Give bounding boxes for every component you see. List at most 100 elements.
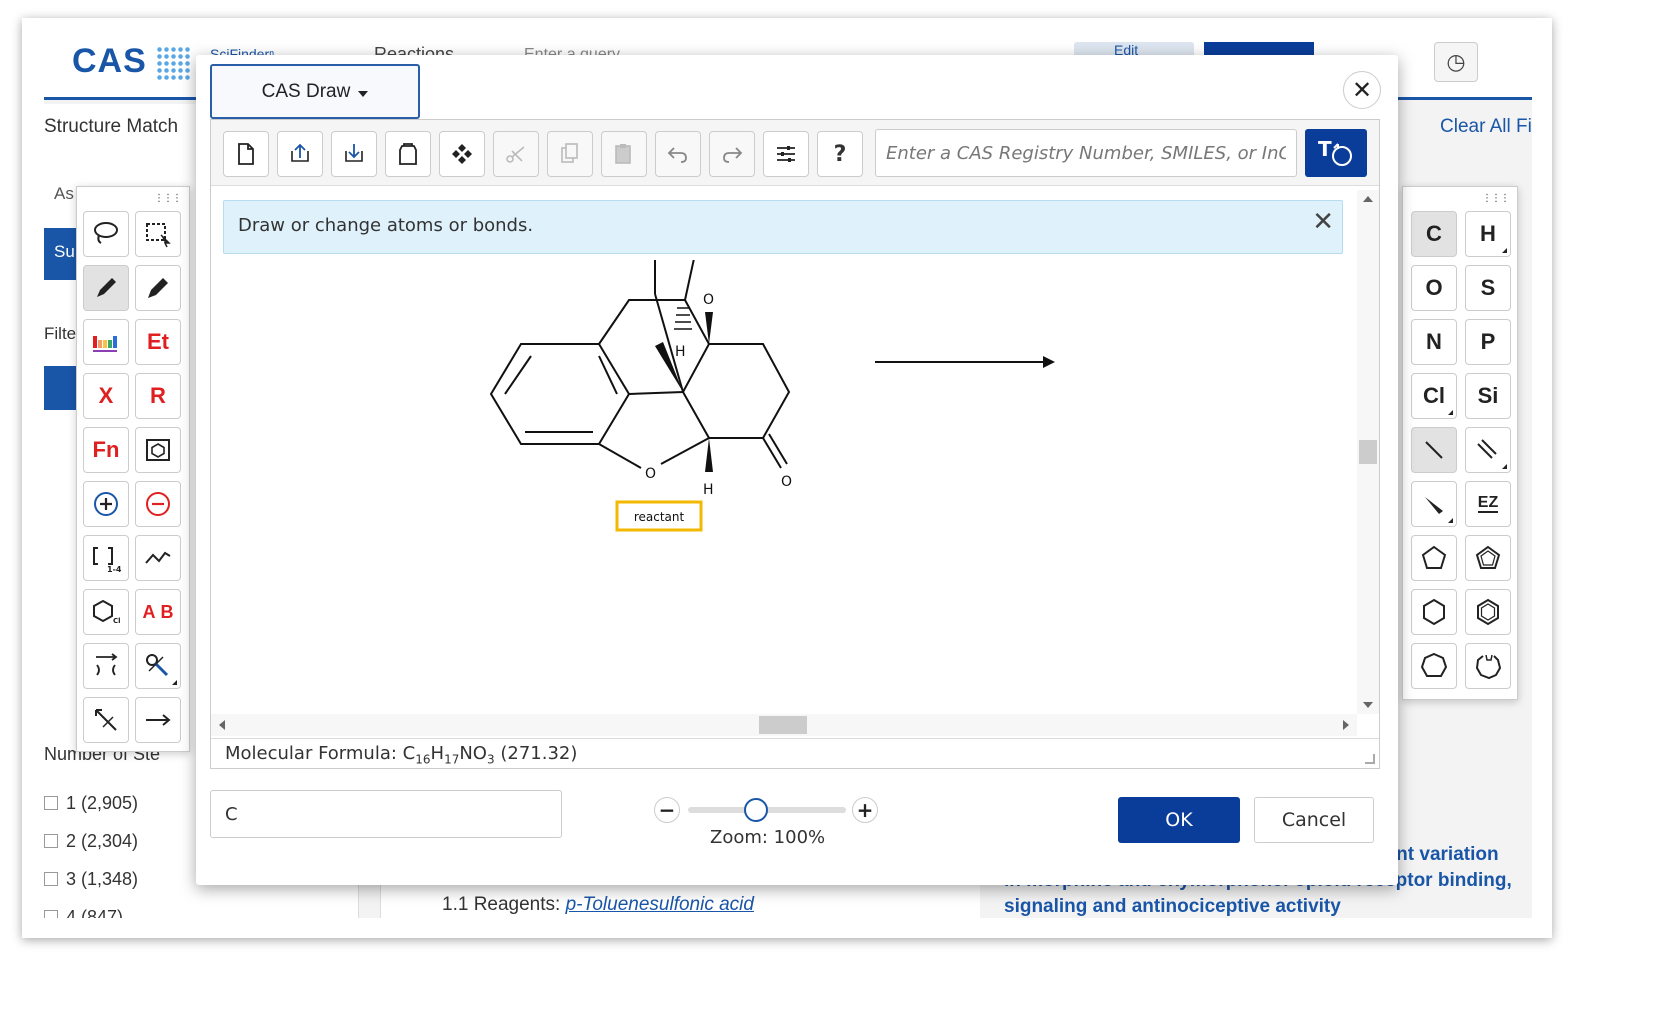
scissors-icon: [506, 146, 525, 163]
scroll-right-icon[interactable]: [1343, 720, 1349, 730]
atom-mapping-button[interactable]: A B: [135, 589, 181, 635]
left-tool-palette: ⋮⋮⋮ Et X R Fn 1-4 Cl A B: [76, 186, 190, 752]
ring-template-button[interactable]: [135, 427, 181, 473]
export-button[interactable]: [331, 131, 377, 177]
cycloheptane-button[interactable]: [1411, 643, 1457, 689]
double-bond-button[interactable]: [1465, 427, 1511, 473]
redo-button[interactable]: [709, 131, 755, 177]
cancel-button[interactable]: Cancel: [1254, 797, 1374, 843]
cyclopentane-button[interactable]: [1411, 535, 1457, 581]
atom-label-input[interactable]: [210, 790, 562, 838]
reagent-link[interactable]: p-Toluenesulfonic acid: [566, 894, 754, 915]
zoom-out-button[interactable]: −: [654, 797, 680, 823]
copy-button[interactable]: [547, 131, 593, 177]
info-message-bar: Draw or change atoms or bonds. ✕: [223, 200, 1343, 254]
atom-label-h[interactable]: H: [703, 482, 714, 498]
macrocycle-button[interactable]: [1465, 643, 1511, 689]
vertical-scrollbar[interactable]: [1357, 190, 1379, 714]
variable-x-button[interactable]: X: [83, 373, 129, 419]
cas-draw-menu-button[interactable]: CAS Draw: [210, 64, 420, 119]
molecule-structure[interactable]: [489, 260, 791, 469]
ring-attachment-button[interactable]: Cl: [83, 589, 129, 635]
reaction-arrow-cross-button[interactable]: [83, 697, 129, 743]
new-document-button[interactable]: [223, 131, 269, 177]
periodic-table-button[interactable]: [83, 319, 129, 365]
ring-box-icon: [146, 439, 170, 461]
list-item[interactable]: 1 (2,905): [44, 784, 138, 822]
checkbox[interactable]: [44, 910, 58, 918]
history-clock-icon[interactable]: ◷: [1434, 42, 1478, 82]
lasso-select-button[interactable]: [83, 211, 129, 257]
paste-button[interactable]: [601, 131, 647, 177]
element-o-button[interactable]: O: [1411, 265, 1457, 311]
clear-icon: [399, 143, 417, 165]
bond-query-button[interactable]: [135, 643, 181, 689]
checkbox[interactable]: [44, 834, 58, 848]
cyclohexane-button[interactable]: [1411, 589, 1457, 635]
text-to-structure-button[interactable]: T: [1305, 129, 1367, 177]
as-label: As: [54, 184, 74, 203]
clear-all-filters-link[interactable]: Clear All Fi: [1440, 116, 1532, 138]
element-s-button[interactable]: S: [1465, 265, 1511, 311]
atom-label-o[interactable]: O: [645, 466, 656, 482]
close-dialog-button[interactable]: ✕: [1343, 71, 1381, 109]
element-h-button[interactable]: H: [1465, 211, 1511, 257]
element-n-button[interactable]: N: [1411, 319, 1457, 365]
reaction-arrow-button[interactable]: [135, 697, 181, 743]
cut-button[interactable]: [493, 131, 539, 177]
element-p-button[interactable]: P: [1465, 319, 1511, 365]
checkbox[interactable]: [44, 872, 58, 886]
help-button[interactable]: ?: [817, 131, 863, 177]
cyclopentadiene-button[interactable]: [1465, 535, 1511, 581]
ok-button[interactable]: OK: [1118, 797, 1240, 843]
repeating-group-button[interactable]: 1-4: [83, 535, 129, 581]
settings-button[interactable]: [763, 131, 809, 177]
benzene-button[interactable]: [1465, 589, 1511, 635]
list-item[interactable]: 2 (2,304): [44, 822, 138, 860]
draw-bond-button[interactable]: [83, 265, 129, 311]
download-icon: [345, 144, 363, 162]
undo-icon: [667, 147, 687, 163]
element-c-button[interactable]: C: [1411, 211, 1457, 257]
horizontal-scrollbar[interactable]: [211, 714, 1357, 736]
atom-label-o[interactable]: O: [781, 474, 792, 490]
r-group-button[interactable]: R: [135, 373, 181, 419]
atom-label-o[interactable]: O: [703, 292, 714, 308]
reaction-mapping-button[interactable]: [83, 643, 129, 689]
dismiss-message-close-icon[interactable]: ✕: [1312, 207, 1334, 237]
import-button[interactable]: [277, 131, 323, 177]
undo-button[interactable]: [655, 131, 701, 177]
function-group-button[interactable]: Fn: [83, 427, 129, 473]
element-si-button[interactable]: Si: [1465, 373, 1511, 419]
list-item[interactable]: 3 (1,348): [44, 860, 138, 898]
wedge-bond: [705, 438, 713, 472]
draw-chain-button[interactable]: [135, 265, 181, 311]
negative-charge-button[interactable]: [135, 481, 181, 527]
single-bond-button[interactable]: [1411, 427, 1457, 473]
zoom-in-button[interactable]: +: [852, 797, 878, 823]
scroll-thumb[interactable]: [1359, 440, 1377, 464]
chain-button[interactable]: [135, 535, 181, 581]
cas-registry-search-input[interactable]: [875, 129, 1297, 177]
list-item[interactable]: 4 (847): [44, 898, 138, 918]
checkbox[interactable]: [44, 796, 58, 810]
ethyl-group-button[interactable]: Et: [135, 319, 181, 365]
clear-canvas-button[interactable]: [385, 131, 431, 177]
ez-stereo-button[interactable]: EZ: [1465, 481, 1511, 527]
chevron-down-icon: [358, 90, 369, 97]
wedge-bond-button[interactable]: [1411, 481, 1457, 527]
element-cl-button[interactable]: Cl: [1411, 373, 1457, 419]
scroll-thumb[interactable]: [759, 716, 807, 734]
scroll-left-icon[interactable]: [219, 720, 225, 730]
atom-label-h[interactable]: H: [675, 344, 686, 360]
clean-structure-button[interactable]: [439, 131, 485, 177]
marquee-select-button[interactable]: [135, 211, 181, 257]
drawing-canvas[interactable]: N O H O H O reactant: [211, 260, 1357, 720]
palette-grip-icon[interactable]: ⋮⋮⋮: [1482, 193, 1510, 204]
scroll-up-icon[interactable]: [1363, 196, 1373, 202]
resize-grip-icon[interactable]: [1365, 754, 1375, 764]
scroll-down-icon[interactable]: [1363, 702, 1373, 708]
palette-grip-icon[interactable]: ⋮⋮⋮: [154, 193, 182, 204]
zoom-slider-thumb[interactable]: [743, 798, 768, 822]
positive-charge-button[interactable]: [83, 481, 129, 527]
